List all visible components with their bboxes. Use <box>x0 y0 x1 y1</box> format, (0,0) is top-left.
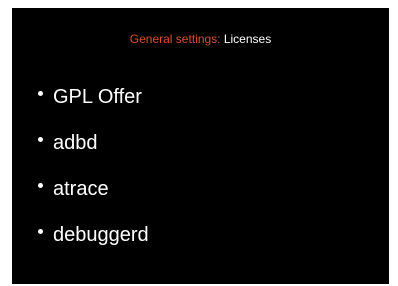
bullet-icon <box>38 182 43 188</box>
license-item-label: adbd <box>53 131 98 154</box>
license-item-gpl-offer[interactable]: GPL Offer <box>38 74 149 120</box>
bullet-icon <box>38 228 43 234</box>
page-header: General settings: Licenses <box>12 32 389 46</box>
license-item-atrace[interactable]: atrace <box>38 166 149 212</box>
license-item-debuggerd[interactable]: debuggerd <box>38 212 149 258</box>
license-item-adbd[interactable]: adbd <box>38 120 149 166</box>
bullet-icon <box>38 136 43 142</box>
breadcrumb-general-settings[interactable]: General settings: <box>130 32 221 46</box>
bullet-icon <box>38 90 43 96</box>
licenses-screen: General settings: Licenses GPL Offer adb… <box>12 8 389 284</box>
license-list: GPL Offer adbd atrace debuggerd <box>38 74 149 258</box>
license-item-label: atrace <box>53 177 109 200</box>
license-item-label: GPL Offer <box>53 85 142 108</box>
license-item-label: debuggerd <box>53 223 149 246</box>
page-title: Licenses <box>223 32 272 46</box>
